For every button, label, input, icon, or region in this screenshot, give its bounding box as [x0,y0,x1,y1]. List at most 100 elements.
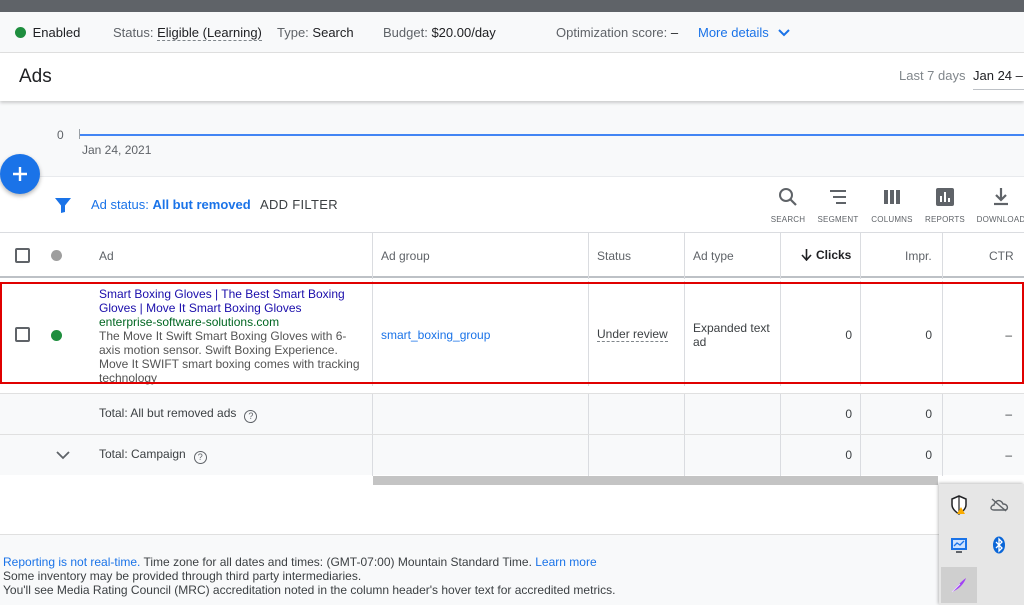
column-header-ad[interactable]: Ad [99,249,114,263]
reporting-not-realtime-link[interactable]: Reporting is not real-time. [3,555,140,569]
column-divider [860,233,861,279]
footer-line-2: Some inventory may be provided through t… [3,569,362,583]
date-range-label: Last 7 days [899,68,966,83]
ad-group-link[interactable]: smart_boxing_group [381,328,490,342]
row-checkbox[interactable] [15,327,30,342]
column-divider [588,435,589,476]
segment-tool-button[interactable]: SEGMENT [808,187,868,224]
performance-chart: 0 Jan 24, 2021 [0,101,1024,176]
system-tray-overflow [939,484,1024,605]
timezone-text: Time zone for all dates and times: (GMT-… [140,555,536,569]
column-divider [942,394,943,435]
total-impr: 0 [925,448,932,462]
total-label-text: Total: All but removed ads [99,406,237,420]
ad-headline[interactable]: Smart Boxing Gloves | The Best Smart Box… [99,287,361,315]
status-column-dot-icon[interactable] [51,250,62,261]
download-icon [994,188,1008,206]
enabled-label: Enabled [32,25,81,40]
ad-status-filter[interactable]: Ad status: All but removed [91,197,251,212]
columns-tool-button[interactable]: COLUMNS [862,187,922,224]
cloud-offline-tray-button[interactable] [981,487,1017,523]
download-tool-label: DOWNLOAD [976,215,1024,224]
add-ad-button[interactable] [0,154,40,194]
horizontal-scrollbar[interactable] [373,476,938,485]
column-divider [942,233,943,279]
network-tray-button[interactable] [941,527,977,563]
filter-icon[interactable] [54,196,72,214]
bluetooth-tray-button[interactable] [981,527,1017,563]
learn-more-link[interactable]: Learn more [535,555,596,569]
optimization-value: – [670,25,679,40]
column-header-clicks[interactable]: Clicks [801,248,851,262]
status-label: Status: [113,25,154,40]
column-divider [684,233,685,279]
network-monitor-icon [951,538,967,553]
table-header: Ad Ad group Status Ad type Clicks Impr. … [0,232,1024,279]
download-tool-button[interactable]: DOWNLOAD [971,187,1024,224]
total-clicks: 0 [845,407,852,421]
campaign-status: Status: Eligible (Learning) [113,25,262,41]
campaign-budget: Budget: $20.00/day [383,25,496,40]
column-divider [372,435,373,476]
enabled-status[interactable]: Enabled [15,25,80,40]
campaign-status-bar: Enabled Status: Eligible (Learning) Type… [0,12,1024,53]
help-icon[interactable]: ? [193,451,207,464]
column-divider [372,394,373,435]
ad-status-value[interactable]: Under review [597,327,668,342]
column-divider [684,281,685,386]
shield-warning-icon [951,495,967,515]
enabled-dot-icon [15,27,26,38]
total-impr: 0 [925,407,932,421]
date-range-picker[interactable]: Jan 24 – [973,68,1023,83]
optimization-score: Optimization score: – [556,25,678,40]
column-header-ad-type[interactable]: Ad type [693,249,734,263]
footer-notes: Reporting is not real-time. Time zone fo… [0,534,1024,605]
security-shield-tray-button[interactable] [941,487,977,523]
add-filter-button[interactable]: ADD FILTER [260,197,338,212]
ctr-value: – [1005,328,1012,342]
column-header-ctr[interactable]: CTR [989,249,1014,263]
optimization-label: Optimization score: [556,25,668,40]
column-divider [684,435,685,476]
select-all-checkbox[interactable] [15,248,30,263]
status-value[interactable]: Eligible (Learning) [157,25,262,41]
total-ctr: – [1005,407,1012,421]
ad-description: The Move It Swift Smart Boxing Gloves wi… [99,329,360,385]
pen-tray-button[interactable] [941,567,977,603]
column-divider [588,281,589,386]
chart-series-line [79,134,1024,136]
search-icon [779,188,797,206]
columns-icon [884,190,900,204]
column-divider [684,394,685,435]
clicks-value: 0 [845,328,852,342]
column-header-impr[interactable]: Impr. [905,249,932,263]
more-details-label: More details [698,25,769,40]
columns-tool-label: COLUMNS [871,215,913,224]
segment-tool-label: SEGMENT [817,215,859,224]
total-label: Total: Campaign? [99,447,207,464]
table-row[interactable]: Smart Boxing Gloves | The Best Smart Box… [0,281,1024,386]
reports-tool-button[interactable]: REPORTS [915,187,975,224]
column-divider [780,435,781,476]
ad-display-url: enterprise-software-solutions.com [99,315,280,329]
column-header-status[interactable]: Status [597,249,631,263]
row-enabled-dot-icon[interactable] [51,330,62,341]
ad-preview[interactable]: Smart Boxing Gloves | The Best Smart Box… [99,287,361,385]
total-label: Total: All but removed ads? [99,406,258,423]
reports-icon [936,188,954,206]
column-divider [860,394,861,435]
budget-value[interactable]: $20.00/day [431,25,495,40]
campaign-type: Type: Search [277,25,354,40]
page-header: Ads Last 7 days Jan 24 – [0,53,1024,101]
column-divider [942,435,943,476]
column-divider [942,281,943,386]
column-divider [588,233,589,279]
expand-chevron-icon[interactable] [56,451,70,460]
total-row-all-but-removed: Total: All but removed ads? 0 0 – [0,393,1024,435]
column-header-ad-group[interactable]: Ad group [381,249,430,263]
more-details-link[interactable]: More details [698,25,791,40]
footer-line-1: Reporting is not real-time. Time zone fo… [3,555,1024,569]
ads-table: Ad Ad group Status Ad type Clicks Impr. … [0,232,1024,492]
help-icon[interactable]: ? [244,410,258,423]
column-divider [588,394,589,435]
